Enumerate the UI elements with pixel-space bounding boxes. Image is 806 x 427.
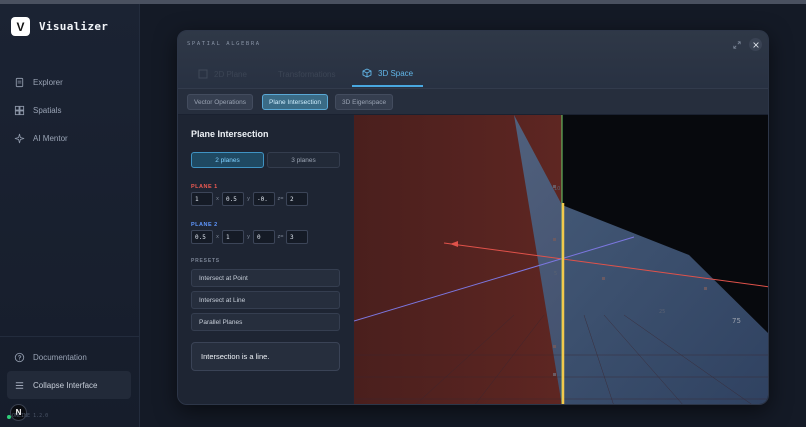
axis-tick-label: 25 (659, 309, 665, 315)
close-icon[interactable] (749, 38, 762, 51)
plane-2-b-input[interactable]: 1 (222, 230, 244, 244)
subtab-bar: Vector Operations Plane Intersection 3D … (178, 88, 768, 115)
preset-intersect-at-line[interactable]: Intersect at Line (191, 291, 340, 309)
3d-viewport[interactable]: 10 5 25 75 (354, 115, 768, 404)
sidebar-item-label: AI Mentor (33, 133, 68, 143)
subtab-3d-eigenspace[interactable]: 3D Eigenspace (335, 94, 394, 110)
plane-1-a-input[interactable]: 1 (191, 192, 213, 206)
modal-title: SPATIAL ALGEBRA (187, 41, 261, 47)
status-text: ONLINE 1.2.0 (12, 413, 49, 419)
axis-tick-label: 5 (554, 271, 557, 277)
plane-1-equation: 1 x 0.5 y -0. z= 2 (191, 192, 308, 206)
axis-tick-label: 75 (732, 317, 741, 325)
status-indicator (7, 415, 11, 419)
sidebar-item-spatials[interactable]: Spatials (0, 96, 140, 124)
sidebar-item-ai-mentor[interactable]: AI Mentor (0, 124, 140, 152)
var-z-label: z= (277, 234, 284, 240)
sidebar-footer: Documentation Collapse Interface (0, 336, 140, 399)
tab-3d-space[interactable]: 3D Space (352, 61, 423, 87)
plane-1-label: PLANE 1 (191, 184, 218, 190)
var-y-label: y (247, 234, 250, 240)
sidebar-item-documentation[interactable]: Documentation (0, 343, 140, 371)
sidebar-item-explorer[interactable]: Explorer (0, 68, 140, 96)
plane-1-c-input[interactable]: -0. (253, 192, 275, 206)
panel-title: Plane Intersection (191, 129, 269, 139)
var-x-label: x (216, 196, 219, 202)
preset-parallel-planes[interactable]: Parallel Planes (191, 313, 340, 331)
app-logo: V (11, 17, 30, 36)
sidebar-item-label: Collapse Interface (33, 380, 98, 390)
var-z-label: z= (277, 196, 284, 202)
sidebar-item-label: Spatials (33, 105, 62, 115)
tab-label: 2D Plane (214, 69, 247, 79)
sparkle-icon (14, 133, 25, 144)
3d-scene: 10 5 25 75 (354, 115, 768, 404)
tab-2d-plane[interactable]: 2D Plane (198, 61, 247, 87)
subtab-plane-intersection[interactable]: Plane Intersection (262, 94, 329, 110)
var-x-label: x (216, 234, 219, 240)
sidebar-item-collapse[interactable]: Collapse Interface (7, 371, 131, 399)
help-circle-icon (14, 352, 25, 363)
plane-2-d-input[interactable]: 3 (286, 230, 308, 244)
mode-2-planes-button[interactable]: 2 planes (191, 152, 264, 168)
brand[interactable]: V Visualizer (11, 17, 108, 36)
plane-1-b-input[interactable]: 0.5 (222, 192, 244, 206)
expand-icon[interactable] (730, 38, 743, 51)
menu-icon (14, 380, 25, 391)
plane-2-label: PLANE 2 (191, 222, 218, 228)
plane-2-equation: 0.5 x 1 y 0 z= 3 (191, 230, 308, 244)
controls-panel: Plane Intersection 2 planes 3 planes PLA… (178, 115, 353, 404)
tab-label: Transformations (278, 69, 336, 79)
square-icon (198, 69, 208, 79)
sidebar: V Visualizer Explorer Spatials AI Mentor (0, 4, 140, 427)
spatial-algebra-modal: SPATIAL ALGEBRA 2D Plane Transformations… (177, 30, 769, 405)
sidebar-nav: Explorer Spatials AI Mentor (0, 68, 140, 152)
modal-tabs: 2D Plane Transformations 3D Space (178, 61, 768, 88)
app-name: Visualizer (39, 20, 109, 33)
plane-2-a-input[interactable]: 0.5 (191, 230, 213, 244)
presets-label: PRESETS (191, 258, 220, 264)
intersection-result: Intersection is a line. (191, 342, 340, 371)
cube-icon (362, 68, 372, 78)
mode-3-planes-button[interactable]: 3 planes (267, 152, 340, 168)
tab-transformations[interactable]: Transformations (278, 61, 336, 87)
var-y-label: y (247, 196, 250, 202)
modal-header: SPATIAL ALGEBRA 2D Plane Transformations… (178, 31, 768, 88)
plane-2-c-input[interactable]: 0 (253, 230, 275, 244)
subtab-vector-operations[interactable]: Vector Operations (187, 94, 254, 110)
plane-1-d-input[interactable]: 2 (286, 192, 308, 206)
sidebar-item-label: Documentation (33, 352, 87, 362)
file-icon (14, 77, 25, 88)
sidebar-item-label: Explorer (33, 77, 63, 87)
preset-intersect-at-point[interactable]: Intersect at Point (191, 269, 340, 287)
tab-label: 3D Space (378, 68, 414, 78)
grid-icon (14, 105, 25, 116)
